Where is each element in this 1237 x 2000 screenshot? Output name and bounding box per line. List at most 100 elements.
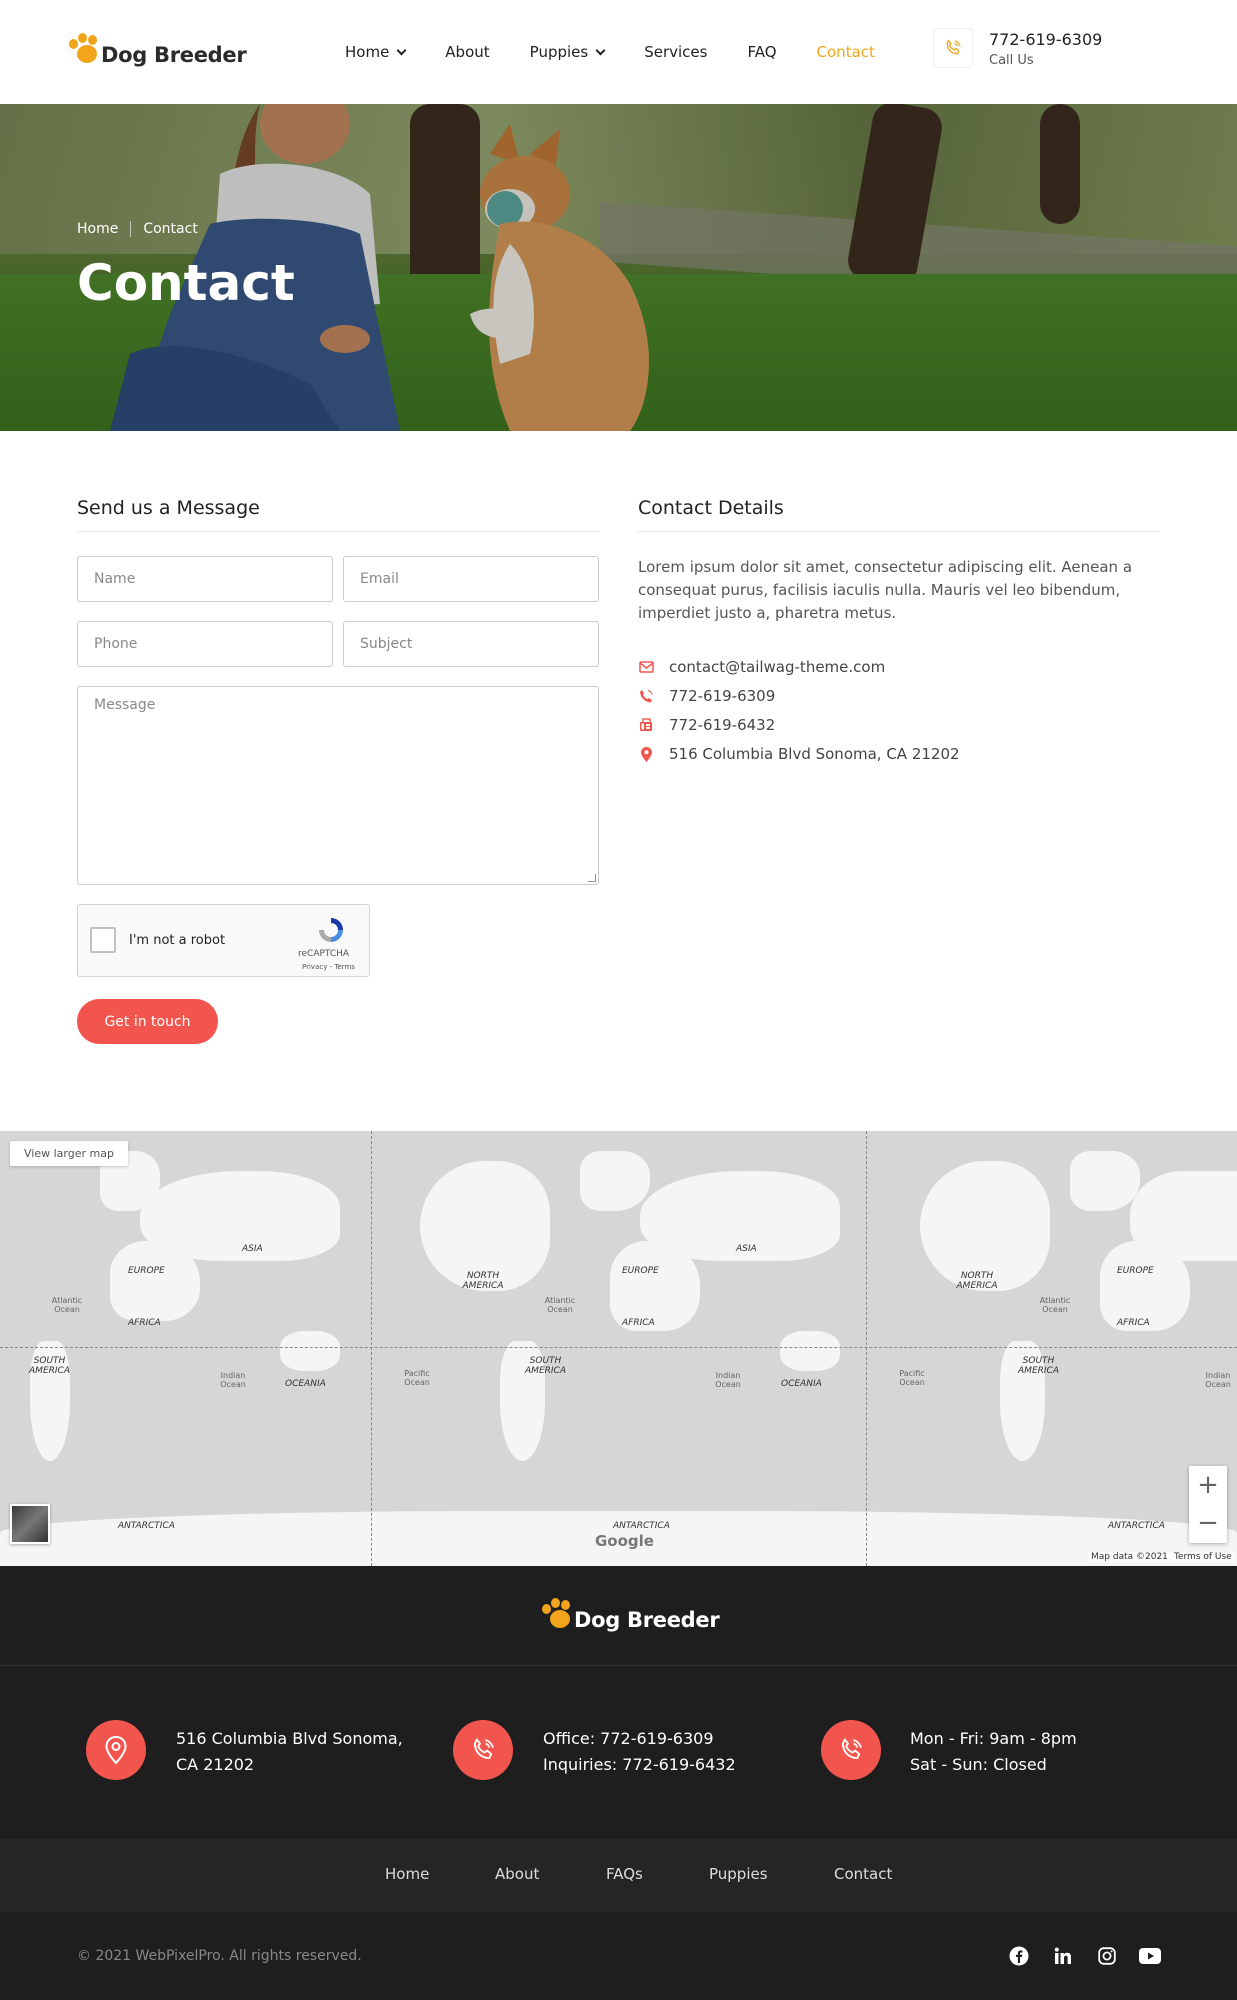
subject-input[interactable]: Subject <box>343 621 599 667</box>
breadcrumb: Home Contact <box>77 221 198 237</box>
footer-hours: Mon - Fri: 9am - 8pm Sat - Sun: Closed <box>910 1726 1077 1778</box>
zoom-out-button[interactable]: − <box>1189 1504 1227 1542</box>
google-map[interactable]: EUROPE ASIA AFRICA OCEANIA ANTARCTICA SO… <box>0 1131 1237 1566</box>
site-header: Dog Breeder Home About Puppies Services … <box>0 0 1237 104</box>
detail-email: contact@tailwag-theme.com <box>638 658 885 676</box>
name-input[interactable]: Name <box>77 556 333 602</box>
breadcrumb-home[interactable]: Home <box>77 221 118 237</box>
map-label-oceania: OCEANIA <box>285 1379 326 1389</box>
get-in-touch-button[interactable]: Get in touch <box>77 999 218 1044</box>
map-dateline <box>866 1131 867 1566</box>
footer-link-about[interactable]: About <box>495 1865 539 1883</box>
recaptcha-brand: reCAPTCHA <box>298 949 350 959</box>
nav-puppies[interactable]: Puppies <box>530 40 606 64</box>
map-label-pacific: Pacific Ocean <box>404 1369 430 1387</box>
detail-fax: 772-619-6432 <box>638 716 775 734</box>
map-label-asia: ASIA <box>736 1244 757 1254</box>
detail-phone: 772-619-6309 <box>638 687 775 705</box>
form-divider <box>77 531 599 532</box>
paw-logo-icon <box>540 1596 574 1634</box>
detail-email-text[interactable]: contact@tailwag-theme.com <box>669 658 885 676</box>
terms-of-use-link[interactable]: Terms of Use <box>1171 1552 1235 1562</box>
map-label-oceania: OCEANIA <box>781 1379 822 1389</box>
map-label-europe: EUROPE <box>1117 1266 1154 1276</box>
phone-icon <box>473 1738 494 1760</box>
nav-about[interactable]: About <box>445 40 489 64</box>
footer-hours-weekday: Mon - Fri: 9am - 8pm <box>910 1729 1077 1748</box>
footer-hours-badge <box>821 1720 881 1780</box>
site-logo[interactable]: Dog Breeder <box>67 30 247 70</box>
footer-office-phone[interactable]: Office: 772-619-6309 <box>543 1726 736 1752</box>
paw-logo-icon <box>67 31 101 69</box>
footer-phone-badge <box>453 1720 513 1780</box>
map-label-europe: EUROPE <box>128 1266 165 1276</box>
footer-address-line1: 516 Columbia Blvd Sonoma, <box>176 1729 403 1748</box>
map-pin-icon <box>638 746 654 762</box>
map-label-atlantic: Atlantic Ocean <box>1039 1296 1071 1314</box>
map-label-pacific: Pacific Ocean <box>899 1369 925 1387</box>
recaptcha-checkbox[interactable] <box>90 927 116 953</box>
recaptcha-links[interactable]: Privacy - Terms <box>302 963 355 971</box>
header-phone-number[interactable]: 772-619-6309 <box>989 30 1102 49</box>
nav-contact[interactable]: Contact <box>817 40 875 64</box>
map-label-europe: EUROPE <box>622 1266 659 1276</box>
map-label-antarctica: ANTARCTICA <box>118 1521 175 1531</box>
map-label-indian: Indian Ocean <box>220 1371 246 1389</box>
map-pin-icon <box>105 1735 127 1765</box>
map-label-south-america: SOUTH AMERICA <box>29 1356 70 1376</box>
linkedin-icon[interactable] <box>1052 1945 1074 1967</box>
logo-text: Dog Breeder <box>101 43 247 67</box>
map-label-atlantic: Atlantic Ocean <box>544 1296 576 1314</box>
footer-link-faqs[interactable]: FAQs <box>606 1865 643 1883</box>
nav-faq[interactable]: FAQ <box>747 40 776 64</box>
nav-services[interactable]: Services <box>644 40 707 64</box>
details-description: Lorem ipsum dolor sit amet, consectetur … <box>638 558 1133 622</box>
facebook-icon[interactable] <box>1008 1945 1030 1967</box>
instagram-icon[interactable] <box>1096 1945 1118 1967</box>
map-equator <box>0 1347 1237 1348</box>
recaptcha-logo-icon <box>319 918 343 942</box>
map-label-atlantic: Atlantic Ocean <box>51 1296 83 1314</box>
view-larger-map-link[interactable]: View larger map <box>10 1141 128 1166</box>
footer-logo[interactable]: Dog Breeder <box>540 1596 720 1634</box>
nav-home-label: Home <box>345 43 390 61</box>
footer-inquiries-phone[interactable]: Inquiries: 772-619-6432 <box>543 1752 736 1778</box>
map-label-south-america: SOUTH AMERICA <box>525 1356 566 1376</box>
zoom-in-button[interactable]: + <box>1189 1466 1227 1504</box>
youtube-icon[interactable] <box>1139 1945 1161 1967</box>
detail-address-text: 516 Columbia Blvd Sonoma, CA 21202 <box>669 745 960 763</box>
email-input[interactable]: Email <box>343 556 599 602</box>
message-textarea[interactable]: Message <box>77 686 599 885</box>
map-land-greenland <box>580 1151 650 1211</box>
phone-icon <box>638 688 654 704</box>
footer-link-puppies[interactable]: Puppies <box>709 1865 768 1883</box>
nav-about-label: About <box>445 43 490 61</box>
footer-link-home[interactable]: Home <box>385 1865 429 1883</box>
detail-phone-text[interactable]: 772-619-6309 <box>669 687 775 705</box>
breadcrumb-current: Contact <box>143 221 198 237</box>
map-label-indian: Indian Ocean <box>715 1371 741 1389</box>
map-label-africa: AFRICA <box>128 1318 161 1328</box>
nav-faq-label: FAQ <box>747 43 777 61</box>
map-label-africa: AFRICA <box>622 1318 655 1328</box>
resize-handle-icon[interactable] <box>588 874 596 882</box>
phone-icon-box[interactable] <box>933 28 973 68</box>
map-land-eurasia <box>140 1171 340 1261</box>
phone-icon <box>841 1738 862 1760</box>
map-label-africa: AFRICA <box>1117 1318 1150 1328</box>
message-placeholder: Message <box>94 697 156 713</box>
phone-icon <box>946 39 961 55</box>
phone-input[interactable]: Phone <box>77 621 333 667</box>
map-data-credit: Map data ©2021 <box>1088 1552 1171 1562</box>
nav-home[interactable]: Home <box>345 40 407 64</box>
subject-placeholder: Subject <box>360 636 413 652</box>
map-land-australia <box>780 1331 840 1371</box>
map-label-antarctica: ANTARCTICA <box>1108 1521 1165 1531</box>
map-label-asia: ASIA <box>242 1244 263 1254</box>
satellite-toggle-button[interactable] <box>10 1504 50 1544</box>
email-placeholder: Email <box>360 571 399 587</box>
main-nav: Home About Puppies Services FAQ Contact <box>345 40 915 64</box>
google-logo: Google <box>595 1532 654 1550</box>
footer-link-contact[interactable]: Contact <box>834 1865 892 1883</box>
map-land-australia <box>280 1331 340 1371</box>
